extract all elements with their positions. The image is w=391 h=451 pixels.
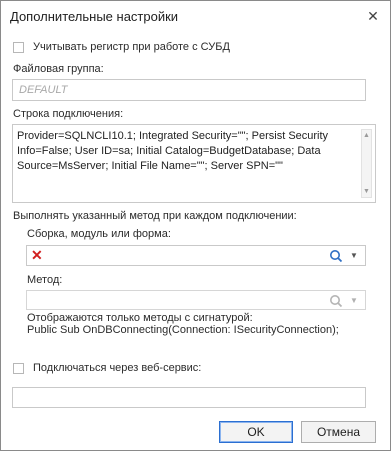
settings-dialog: Дополнительные настройки ✕ Учитывать рег… [0,0,391,451]
cancel-button[interactable]: Отмена [301,421,376,443]
scroll-down-icon[interactable]: ▼ [362,187,371,196]
web-service-checkbox[interactable] [13,363,24,374]
web-service-label[interactable]: Подключаться через веб-сервис: [33,362,201,374]
chevron-down-icon[interactable]: ▼ [349,251,359,261]
search-icon[interactable] [329,249,343,263]
web-service-input[interactable] [12,387,366,408]
connection-string-value: Provider=SQLNCLI10.1; Integrated Securit… [17,130,329,172]
close-icon[interactable]: ✕ [364,7,382,25]
method-label: Метод: [27,274,63,286]
ok-button[interactable]: OK [219,421,293,443]
connection-string-textarea[interactable]: Provider=SQLNCLI10.1; Integrated Securit… [12,124,376,203]
title-bar: Дополнительные настройки ✕ [1,1,390,33]
search-icon[interactable] [329,294,343,308]
case-sensitive-label[interactable]: Учитывать регистр при работе с СУБД [33,41,230,53]
chevron-down-icon[interactable]: ▼ [349,296,359,306]
scroll-up-icon[interactable]: ▲ [362,131,371,140]
signature-hint-1: Отображаются только методы с сигнатурой: [27,312,253,324]
error-x-icon: ✕ [31,247,43,263]
assembly-label: Сборка, модуль или форма: [27,228,171,240]
file-group-label: Файловая группа: [13,63,104,75]
connection-string-scrollbar[interactable]: ▲ ▼ [361,129,372,198]
case-sensitive-checkbox[interactable] [13,42,24,53]
assembly-select[interactable]: ✕ ▼ [26,245,366,266]
file-group-input[interactable]: DEFAULT [12,79,366,101]
connection-string-label: Строка подключения: [13,108,124,120]
signature-hint-2: Public Sub OnDBConnecting(Connection: IS… [27,324,339,336]
on-connect-label: Выполнять указанный метод при каждом под… [13,210,297,222]
method-select[interactable]: ▼ [26,290,366,310]
file-group-placeholder: DEFAULT [19,84,68,96]
dialog-title: Дополнительные настройки [10,9,179,24]
